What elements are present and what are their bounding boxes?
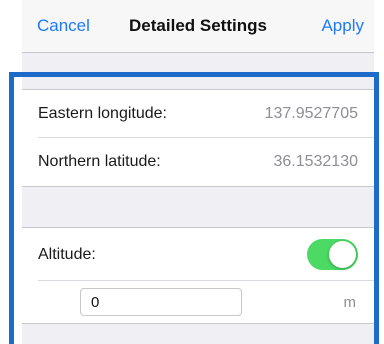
detailed-settings-screen: Cancel Detailed Settings Apply Eastern l… <box>0 0 384 344</box>
settings-content: Eastern longitude: 137.9527705 Northern … <box>22 53 374 344</box>
latitude-label: Northern latitude: <box>38 153 161 170</box>
group-divider <box>22 186 374 187</box>
longitude-value: 137.9527705 <box>264 105 358 122</box>
altitude-input[interactable] <box>80 288 242 316</box>
latitude-row: Northern latitude: 36.1532130 <box>22 138 374 186</box>
altitude-input-row: m <box>22 281 374 323</box>
navigation-bar: Cancel Detailed Settings Apply <box>22 0 374 53</box>
altitude-unit: m <box>343 294 357 311</box>
apply-button[interactable]: Apply <box>321 16 364 36</box>
longitude-row: Eastern longitude: 137.9527705 <box>22 90 374 138</box>
altitude-row: Altitude: <box>22 228 374 281</box>
latitude-value: 36.1532130 <box>273 153 358 170</box>
group-divider <box>22 323 374 324</box>
altitude-toggle[interactable] <box>307 239 358 270</box>
longitude-label: Eastern longitude: <box>38 105 167 122</box>
toggle-knob <box>329 241 356 268</box>
altitude-label: Altitude: <box>38 246 96 263</box>
